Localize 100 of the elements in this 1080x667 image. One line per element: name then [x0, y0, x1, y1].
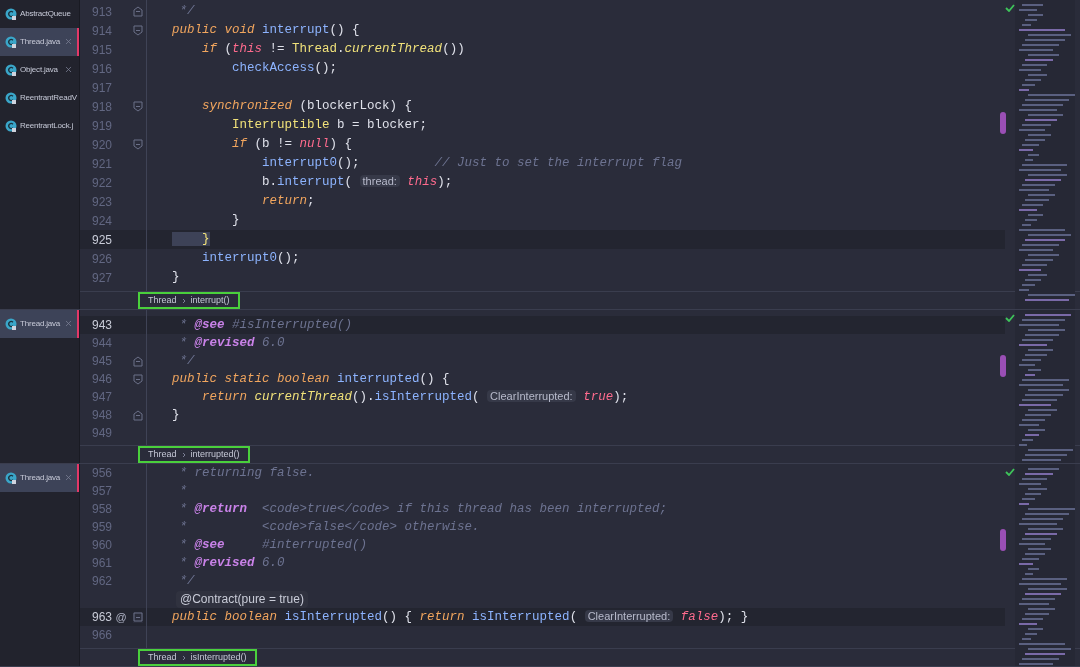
chevron-icon	[181, 451, 186, 458]
line-number: 913	[90, 3, 112, 21]
line-number: 920	[90, 136, 112, 154]
tab-label: Thread.java	[20, 472, 61, 484]
code-text: * @see #interrupted()	[178, 536, 368, 554]
tab-label: Object.java	[20, 64, 58, 76]
code-text: if (this != Thread.currentThread())	[201, 41, 465, 59]
line-number: 914	[90, 22, 112, 40]
class-file-icon	[5, 92, 17, 104]
file-tab[interactable]: Object.java	[0, 56, 79, 84]
parameter-hint: ClearInterrupted:	[584, 609, 674, 622]
line-number: 949	[90, 425, 112, 442]
file-tab[interactable]: Thread.java	[0, 310, 79, 338]
code-text: interrupt0(); // Just to set the interrupt flag	[261, 155, 683, 173]
class-file-icon	[5, 472, 17, 484]
code-text: public static boolean interrupted() {	[172, 370, 450, 388]
code-text: if (b != null) {	[231, 136, 353, 154]
breadcrumb-item[interactable]: Thread	[148, 293, 177, 308]
line-number: 961	[90, 555, 112, 572]
line-number: 946	[90, 371, 112, 388]
line-number: 927	[90, 269, 112, 287]
line-number: 925	[90, 231, 112, 249]
annotation-hint: @Contract(pure = true)	[176, 590, 308, 608]
code-text: public void interrupt() {	[172, 22, 360, 40]
fold-icon[interactable]	[133, 6, 143, 17]
parameter-hint: thread:	[359, 175, 400, 188]
line-number: 947	[90, 389, 112, 406]
file-tab[interactable]: AbstractQueue	[0, 0, 79, 28]
code-text: Interruptible b = blocker;	[231, 117, 428, 135]
fold-icon[interactable]	[133, 101, 143, 112]
scroll-thumb[interactable]	[1000, 529, 1006, 551]
line-number: 956	[90, 465, 112, 482]
code-text: *	[178, 482, 187, 500]
code-text: }	[172, 406, 180, 424]
file-tab[interactable]: ReentrantLock.j	[0, 112, 79, 140]
code-text: * returning false.	[178, 464, 315, 482]
code-text: */	[178, 352, 195, 370]
fold-icon[interactable]	[133, 373, 143, 385]
code-text: * <code>false</code> otherwise.	[178, 518, 480, 536]
line-number: 960	[90, 537, 112, 554]
scroll-thumb[interactable]	[1000, 112, 1006, 134]
line-number: 916	[90, 60, 112, 78]
class-file-icon	[5, 318, 17, 330]
breadcrumb-item[interactable]: interrupted()	[190, 447, 240, 462]
code-text: return;	[261, 193, 315, 211]
line-number: 923	[90, 193, 112, 211]
line-number: 922	[90, 174, 112, 192]
file-tab[interactable]: ReentrantReadV	[0, 84, 79, 112]
code-text: interrupt0();	[201, 250, 300, 268]
scroll-thumb[interactable]	[1000, 355, 1006, 377]
class-file-icon	[5, 8, 17, 20]
breadcrumb-item[interactable]: Thread	[148, 650, 177, 665]
check-icon	[1005, 4, 1015, 12]
fold-icon[interactable]	[133, 611, 143, 623]
file-tab[interactable]: Thread.java	[0, 464, 79, 492]
check-icon	[1005, 468, 1015, 476]
code-text: * @see #isInterrupted()	[178, 316, 353, 334]
line-number: 944	[90, 335, 112, 352]
fold-icon[interactable]	[133, 355, 143, 367]
line-number: 962	[90, 573, 112, 590]
fold-icon[interactable]	[133, 139, 143, 150]
line-number: 917	[90, 79, 112, 97]
tab-label: ReentrantReadV	[20, 92, 77, 104]
code-text: return currentThread().isInterrupted( ClearInterrupted: true);	[201, 388, 629, 406]
code-text: * @return <code>true</code> if this thread has been interrupted;	[178, 500, 668, 518]
line-number: 966	[90, 627, 112, 644]
gutter-marker[interactable]: @	[115, 608, 127, 626]
code-text: public boolean isInterrupted() { return isInterrupted( ClearInterrupted: false); }	[172, 608, 749, 626]
chevron-icon	[181, 654, 186, 661]
code-text: }	[231, 212, 240, 230]
code-text: }	[172, 230, 210, 249]
chevron-icon	[181, 297, 186, 304]
class-file-icon	[5, 64, 17, 76]
line-number: 926	[90, 250, 112, 268]
code-text: */	[178, 3, 195, 21]
line-number: 959	[90, 519, 112, 536]
line-number: 963	[90, 609, 112, 626]
code-text: */	[178, 572, 195, 590]
class-file-icon	[5, 120, 17, 132]
line-number: 943	[90, 317, 112, 334]
line-number: 958	[90, 501, 112, 518]
tab-label: ReentrantLock.j	[20, 120, 74, 132]
line-number: 918	[90, 98, 112, 116]
fold-icon[interactable]	[133, 25, 143, 36]
code-text: * @revised 6.0	[178, 334, 285, 352]
line-number: 919	[90, 117, 112, 135]
line-number: 957	[90, 483, 112, 500]
line-number: 924	[90, 212, 112, 230]
breadcrumb-item[interactable]: Thread	[148, 447, 177, 462]
file-tab[interactable]: Thread.java	[0, 28, 79, 56]
breadcrumb-item[interactable]: isInterrupted()	[190, 650, 247, 665]
fold-icon[interactable]	[133, 409, 143, 421]
code-text: b.interrupt( thread: this);	[261, 174, 453, 192]
code-text: }	[172, 269, 180, 287]
check-icon	[1005, 314, 1015, 322]
line-number: 915	[90, 41, 112, 59]
breadcrumb-item[interactable]: interrupt()	[190, 293, 230, 308]
tab-label: AbstractQueue	[20, 8, 71, 20]
line-number: 948	[90, 407, 112, 424]
line-number: 945	[90, 353, 112, 370]
